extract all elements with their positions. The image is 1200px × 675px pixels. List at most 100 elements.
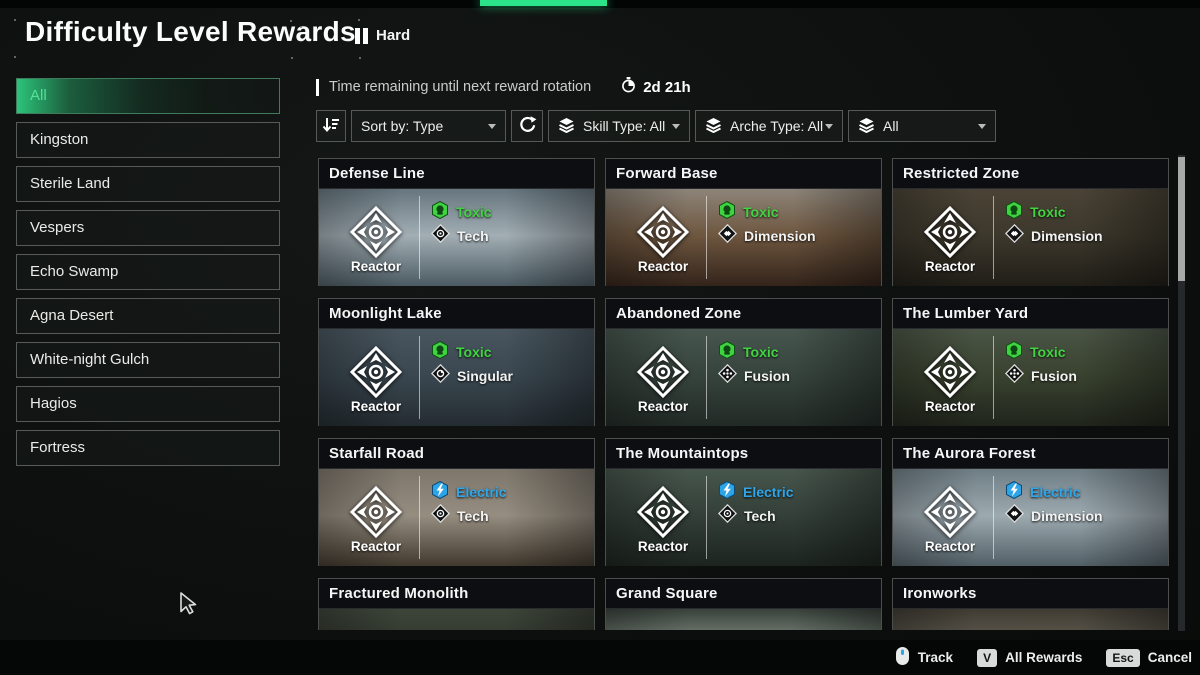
layers-icon: [858, 117, 875, 136]
divider: [419, 336, 420, 419]
sidebar-item-agna-desert[interactable]: Agna Desert: [16, 298, 280, 334]
arche-row: Tech: [431, 226, 489, 246]
divider: [706, 476, 707, 559]
card-title: Abandoned Zone: [616, 305, 741, 322]
card-header: Forward Base: [606, 159, 881, 189]
card-header: The Mountaintops: [606, 439, 881, 469]
element-row: Toxic: [1005, 342, 1066, 362]
difficulty-badge: Hard: [355, 27, 410, 44]
reward-card[interactable]: Starfall Road ReactorElectricTech: [318, 438, 595, 566]
chevron-down-icon: [488, 124, 496, 129]
grid-scrollbar-track[interactable]: [1178, 155, 1185, 631]
reactor-icon: [349, 485, 403, 541]
sidebar-item-all[interactable]: All: [16, 78, 280, 114]
reward-card[interactable]: Restricted Zone Reactor Toxic Dimension: [892, 158, 1169, 286]
arche-type-dropdown[interactable]: Arche Type: All: [695, 110, 843, 142]
dimension-arche-icon: [1005, 224, 1024, 248]
reward-card[interactable]: Forward BaseReactorToxicDimension: [605, 158, 882, 286]
sidebar-item-echo-swamp[interactable]: Echo Swamp: [16, 254, 280, 290]
sidebar-item-white-night-gulch[interactable]: White-night Gulch: [16, 342, 280, 378]
dimension-arche-icon: [718, 224, 737, 248]
card-title: Moonlight Lake: [329, 305, 442, 322]
fusion-arche-icon: [718, 364, 737, 388]
track-button[interactable]: Track: [895, 646, 953, 669]
element-row: Toxic: [718, 202, 779, 222]
skill-type-dropdown[interactable]: Skill Type: All: [548, 110, 690, 142]
card-header: Restricted Zone: [893, 159, 1168, 189]
card-header: Abandoned Zone: [606, 299, 881, 329]
reward-card[interactable]: The MountaintopsReactorElectricTech: [605, 438, 882, 566]
card-header: Grand Square: [606, 579, 881, 609]
divider: [419, 196, 420, 279]
arche-row: Dimension: [718, 226, 816, 246]
arche-label: Tech: [744, 508, 776, 524]
card-scene-image: ReactorElectricDimension: [893, 469, 1168, 566]
arche-label: Dimension: [1031, 508, 1103, 524]
card-header: Moonlight Lake: [319, 299, 594, 329]
reward-type-label: Reactor: [893, 259, 1007, 274]
arche-label: Fusion: [1031, 368, 1077, 384]
card-scene-image: ReactorElectricTech: [319, 469, 594, 566]
reactor-icon: [636, 485, 690, 541]
reactor-icon: [349, 205, 403, 261]
reward-card[interactable]: Grand Square: [605, 578, 882, 630]
reward-type-label: Reactor: [606, 399, 720, 414]
sort-order-button[interactable]: [316, 110, 346, 142]
sidebar-item-sterile-land[interactable]: Sterile Land: [16, 166, 280, 202]
element-label: Toxic: [1030, 204, 1066, 220]
rotation-time: 2d 21h: [643, 79, 691, 96]
toxic-element-icon: [718, 201, 736, 224]
sidebar-item-vespers[interactable]: Vespers: [16, 210, 280, 246]
arche-row: Fusion: [718, 366, 790, 386]
card-title: Starfall Road: [329, 445, 424, 462]
arche-row: Tech: [718, 506, 776, 526]
element-label: Toxic: [1030, 344, 1066, 360]
element-label: Toxic: [743, 204, 779, 220]
sort-by-value: Sort by: Type: [361, 118, 443, 134]
reward-type-label: Reactor: [319, 399, 433, 414]
card-title: Forward Base: [616, 165, 718, 182]
reactor-icon: [923, 345, 977, 401]
card-title: The Aurora Forest: [903, 445, 1036, 462]
sort-by-dropdown[interactable]: Sort by: Type: [351, 110, 506, 142]
reward-card[interactable]: Defense LineReactorToxicTech: [318, 158, 595, 286]
card-scene-image: ReactorToxicTech: [319, 189, 594, 286]
deco-dot: [359, 57, 361, 59]
toxic-element-icon: [431, 201, 449, 224]
reward-card[interactable]: Fractured Monolith: [318, 578, 595, 630]
arche-label: Tech: [457, 228, 489, 244]
divider: [706, 336, 707, 419]
electric-element-icon: [1005, 481, 1023, 504]
arche-type-value: Arche Type: All: [730, 118, 823, 134]
reward-type-label: Reactor: [319, 539, 433, 554]
card-scene-image: ReactorToxicFusion: [893, 329, 1168, 426]
reward-card[interactable]: Moonlight LakeReactorToxicSingular: [318, 298, 595, 426]
sidebar-item-kingston[interactable]: Kingston: [16, 122, 280, 158]
reward-card[interactable]: Ironworks: [892, 578, 1169, 630]
reward-card[interactable]: The Lumber YardReactorToxicFusion: [892, 298, 1169, 426]
reward-card[interactable]: The Aurora Forest ReactorElectricDimensio…: [892, 438, 1169, 566]
reactor-icon: [636, 345, 690, 401]
card-header: Defense Line: [319, 159, 594, 189]
grid-scrollbar-thumb[interactable]: [1178, 157, 1185, 281]
reward-type-label: Reactor: [893, 539, 1007, 554]
card-scene-image: ReactorToxicFusion: [606, 329, 881, 426]
card-scene-image: ReactorToxicDimension: [606, 189, 881, 286]
arche-label: Dimension: [1031, 228, 1103, 244]
deco-dot: [290, 20, 292, 22]
arche-row: Fusion: [1005, 366, 1077, 386]
card-scene-image: [893, 609, 1168, 630]
refresh-icon: [518, 115, 537, 137]
shortcut-bar: Track V All Rewards Esc Cancel: [0, 640, 1200, 675]
chevron-down-icon: [672, 124, 680, 129]
sidebar-item-hagios[interactable]: Hagios: [16, 386, 280, 422]
cancel-button[interactable]: Esc Cancel: [1106, 649, 1192, 667]
reset-filters-button[interactable]: [511, 110, 543, 142]
category-dropdown[interactable]: All: [848, 110, 996, 142]
active-tab-indicator: [480, 0, 607, 6]
reward-card[interactable]: Abandoned Zone ReactorToxicFusion: [605, 298, 882, 426]
sidebar-item-fortress[interactable]: Fortress: [16, 430, 280, 466]
deco-dot: [300, 26, 302, 28]
arche-row: Tech: [431, 506, 489, 526]
all-rewards-button[interactable]: V All Rewards: [977, 649, 1082, 667]
